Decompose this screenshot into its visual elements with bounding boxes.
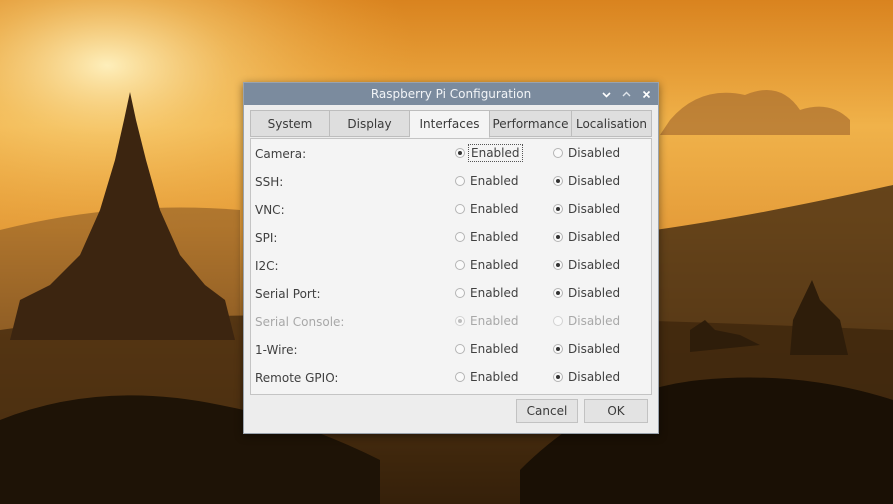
radio-selected-icon[interactable] (553, 204, 563, 214)
enabled-radio[interactable]: Enabled (455, 230, 519, 244)
disabled-radio[interactable]: Disabled (553, 202, 620, 216)
disabled-label: Disabled (568, 286, 621, 300)
radio-selected-icon[interactable] (553, 176, 563, 186)
interface-label: Remote GPIO: (255, 371, 339, 385)
titlebar[interactable]: Raspberry Pi Configuration (244, 83, 658, 105)
radio-selected-icon[interactable] (553, 232, 563, 242)
enabled-radio[interactable]: Enabled (455, 144, 523, 162)
radio-unselected-icon[interactable] (455, 344, 465, 354)
tab-system[interactable]: System (250, 110, 330, 137)
interface-label: Camera: (255, 147, 307, 161)
disabled-radio[interactable]: Disabled (553, 258, 620, 272)
disabled-radio[interactable]: Disabled (553, 230, 620, 244)
enabled-label: Enabled (470, 314, 519, 328)
interface-row-serial-console: Serial Console: Enabled Disabled (251, 311, 651, 335)
radio-selected-icon[interactable] (553, 260, 563, 270)
enabled-radio[interactable]: Enabled (455, 202, 519, 216)
interface-row-remote-gpio: Remote GPIO: Enabled Disabled (251, 367, 651, 391)
enabled-radio[interactable]: Enabled (455, 342, 519, 356)
radio-unselected-icon[interactable] (455, 232, 465, 242)
enabled-label: Enabled (470, 370, 519, 384)
interfaces-panel: Camera: Enabled Disabled SSH: Enabled Di… (250, 138, 652, 395)
chevron-up-icon[interactable] (620, 88, 632, 100)
interface-row-serial-port: Serial Port: Enabled Disabled (251, 283, 651, 307)
radio-unselected-icon[interactable] (455, 372, 465, 382)
tab-performance[interactable]: Performance (490, 110, 572, 137)
disabled-label: Disabled (568, 258, 621, 272)
disabled-radio[interactable]: Disabled (553, 146, 620, 160)
enabled-label: Enabled (470, 286, 519, 300)
enabled-label: Enabled (470, 342, 519, 356)
interface-label: SPI: (255, 231, 278, 245)
radio-selected-icon[interactable] (553, 344, 563, 354)
radio-selected-icon (455, 316, 465, 326)
tab-bar: System Display Interfaces Performance Lo… (250, 110, 652, 138)
enabled-radio[interactable]: Enabled (455, 370, 519, 384)
enabled-radio: Enabled (455, 314, 519, 328)
interface-row-vnc: VNC: Enabled Disabled (251, 199, 651, 223)
radio-unselected-icon[interactable] (455, 176, 465, 186)
interface-label: SSH: (255, 175, 284, 189)
radio-selected-icon[interactable] (455, 148, 465, 158)
enabled-radio[interactable]: Enabled (455, 286, 519, 300)
interface-row-1-wire: 1-Wire: Enabled Disabled (251, 339, 651, 363)
radio-unselected-icon[interactable] (455, 288, 465, 298)
tab-interfaces[interactable]: Interfaces (410, 110, 490, 138)
interface-label: Serial Console: (255, 315, 345, 329)
enabled-label: Enabled (468, 144, 523, 162)
interface-label: Serial Port: (255, 287, 321, 301)
enabled-radio[interactable]: Enabled (455, 174, 519, 188)
tab-localisation[interactable]: Localisation (572, 110, 652, 137)
disabled-radio[interactable]: Disabled (553, 286, 620, 300)
disabled-label: Disabled (568, 202, 621, 216)
interface-label: I2C: (255, 259, 279, 273)
radio-selected-icon[interactable] (553, 288, 563, 298)
disabled-label: Disabled (568, 230, 621, 244)
interface-row-ssh: SSH: Enabled Disabled (251, 171, 651, 195)
interface-label: VNC: (255, 203, 285, 217)
enabled-label: Enabled (470, 258, 519, 272)
chevron-down-icon[interactable] (600, 88, 612, 100)
disabled-radio[interactable]: Disabled (553, 174, 620, 188)
disabled-label: Disabled (568, 314, 621, 328)
radio-unselected-icon (553, 316, 563, 326)
tab-display[interactable]: Display (330, 110, 410, 137)
interface-row-camera: Camera: Enabled Disabled (251, 143, 651, 167)
disabled-radio[interactable]: Disabled (553, 342, 620, 356)
cancel-button[interactable]: Cancel (516, 399, 578, 423)
radio-unselected-icon[interactable] (553, 148, 563, 158)
radio-unselected-icon[interactable] (455, 260, 465, 270)
disabled-label: Disabled (568, 370, 621, 384)
disabled-radio: Disabled (553, 314, 620, 328)
ok-button[interactable]: OK (584, 399, 648, 423)
enabled-label: Enabled (470, 202, 519, 216)
enabled-radio[interactable]: Enabled (455, 258, 519, 272)
disabled-label: Disabled (568, 174, 621, 188)
enabled-label: Enabled (470, 230, 519, 244)
close-icon[interactable] (640, 88, 652, 100)
window-title: Raspberry Pi Configuration (370, 87, 532, 101)
raspberry-pi-configuration-dialog: Raspberry Pi Configuration System Displa… (243, 82, 659, 434)
enabled-label: Enabled (470, 174, 519, 188)
interface-row-i2c: I2C: Enabled Disabled (251, 255, 651, 279)
disabled-radio[interactable]: Disabled (553, 370, 620, 384)
interface-label: 1-Wire: (255, 343, 298, 357)
disabled-label: Disabled (568, 146, 621, 160)
disabled-label: Disabled (568, 342, 621, 356)
interface-row-spi: SPI: Enabled Disabled (251, 227, 651, 251)
radio-unselected-icon[interactable] (455, 204, 465, 214)
radio-selected-icon[interactable] (553, 372, 563, 382)
